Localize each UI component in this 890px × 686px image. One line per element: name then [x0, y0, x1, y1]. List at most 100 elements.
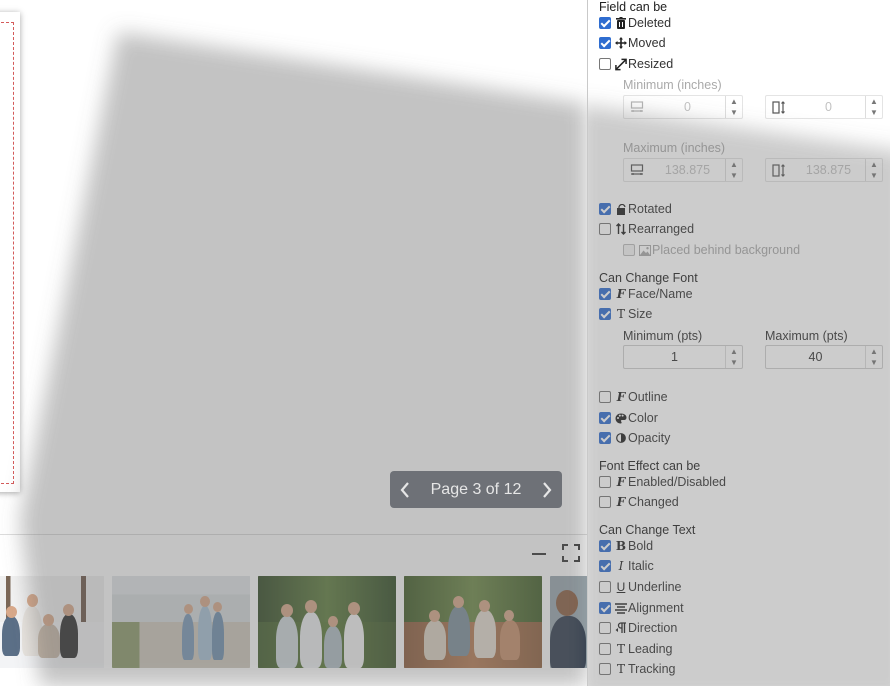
changed-option[interactable]: F Changed: [599, 493, 679, 511]
family-snow-photo[interactable]: [0, 576, 104, 668]
face-name-label: Face/Name: [628, 287, 693, 301]
italic-option[interactable]: I Italic: [599, 557, 654, 575]
size-label: Size: [628, 307, 653, 321]
min-height-input[interactable]: 0 ▲ ▼: [765, 95, 883, 119]
section-can-change-text: Can Change Text: [599, 523, 696, 537]
min-pts-value: 1: [671, 350, 678, 364]
minimum-inches-label: Minimum (inches): [623, 78, 722, 92]
deleted-label: Deleted: [628, 16, 672, 30]
family-picnic-photo[interactable]: [404, 576, 542, 668]
min-width-spinner[interactable]: ▲ ▼: [725, 96, 742, 118]
italic-icon: I: [618, 559, 624, 573]
max-width-input[interactable]: 138.875 ▲ ▼: [623, 158, 743, 182]
opacity-icon: [615, 431, 627, 445]
italic-checkbox[interactable]: [599, 560, 611, 572]
underline-checkbox[interactable]: [599, 581, 611, 593]
size-checkbox[interactable]: [599, 308, 611, 320]
max-height-value: 138.875: [805, 163, 852, 177]
minimize-icon[interactable]: [530, 547, 548, 561]
rearrange-icon: [615, 222, 627, 236]
page-navigator: Page 3 of 12: [390, 471, 562, 508]
leading-option[interactable]: T Leading: [599, 640, 673, 658]
rearranged-option[interactable]: Rearranged: [599, 220, 694, 238]
opacity-checkbox[interactable]: [599, 432, 611, 444]
moved-option[interactable]: Moved: [599, 34, 666, 52]
maximum-inches-label: Maximum (inches): [623, 141, 726, 155]
rotated-label: Rotated: [628, 202, 672, 216]
max-pts-label: Maximum (pts): [765, 329, 848, 343]
direction-icon: [615, 621, 627, 635]
resized-option[interactable]: Resized: [599, 55, 673, 73]
field-permissions-panel: Field can be Deleted Moved Resized Minim…: [587, 0, 890, 686]
min-height-value: 0: [825, 100, 832, 114]
page-preview[interactable]: [0, 12, 20, 492]
fullscreen-icon[interactable]: [562, 544, 580, 562]
max-pts-value: 40: [808, 350, 823, 364]
leading-checkbox[interactable]: [599, 643, 611, 655]
font-icon: F: [616, 390, 626, 404]
resized-checkbox[interactable]: [599, 58, 611, 70]
bold-checkbox[interactable]: [599, 540, 611, 552]
section-can-change-font: Can Change Font: [599, 271, 698, 285]
chevron-left-icon[interactable]: [390, 471, 420, 508]
deleted-option[interactable]: Deleted: [599, 14, 671, 32]
max-width-spinner[interactable]: ▲ ▼: [725, 159, 742, 181]
underline-icon: U: [616, 580, 626, 594]
tracking-option[interactable]: T Tracking: [599, 660, 675, 678]
bold-option[interactable]: B Bold: [599, 537, 653, 555]
opacity-option[interactable]: Opacity: [599, 429, 670, 447]
man-portrait-photo[interactable]: [550, 576, 590, 668]
outline-checkbox[interactable]: [599, 391, 611, 403]
size-option[interactable]: T Size: [599, 305, 652, 323]
family-forest-photo[interactable]: [258, 576, 396, 668]
behind-background-option[interactable]: Placed behind background: [623, 241, 800, 259]
outline-option[interactable]: F Outline: [599, 388, 668, 406]
enabled-disabled-label: Enabled/Disabled: [628, 475, 726, 489]
family-beach-photo[interactable]: [112, 576, 250, 668]
underline-label: Underline: [628, 580, 682, 594]
enabled-disabled-checkbox[interactable]: [599, 476, 611, 488]
page-canvas[interactable]: Page 3 of 12: [0, 0, 587, 534]
min-height-spinner[interactable]: ▲ ▼: [865, 96, 882, 118]
tracking-checkbox[interactable]: [599, 663, 611, 675]
deleted-checkbox[interactable]: [599, 17, 611, 29]
alignment-label: Alignment: [628, 601, 684, 615]
chevron-right-icon[interactable]: [532, 471, 562, 508]
min-pts-label: Minimum (pts): [623, 329, 703, 343]
max-height-spinner[interactable]: ▲ ▼: [865, 159, 882, 181]
rotated-checkbox[interactable]: [599, 203, 611, 215]
height-icon: [766, 159, 792, 181]
color-checkbox[interactable]: [599, 412, 611, 424]
font-icon: F: [616, 495, 626, 509]
max-height-input[interactable]: 138.875 ▲ ▼: [765, 158, 883, 182]
enabled-disabled-option[interactable]: F Enabled/Disabled: [599, 473, 726, 491]
direction-checkbox[interactable]: [599, 622, 611, 634]
leading-icon: T: [616, 642, 625, 656]
color-option[interactable]: Color: [599, 409, 658, 427]
min-pts-input[interactable]: 1 ▲ ▼: [623, 345, 743, 369]
alignment-option[interactable]: Alignment: [599, 599, 684, 617]
moved-checkbox[interactable]: [599, 37, 611, 49]
resized-label: Resized: [628, 57, 674, 71]
changed-checkbox[interactable]: [599, 496, 611, 508]
italic-label: Italic: [628, 559, 654, 573]
font-icon: F: [616, 287, 626, 301]
width-icon: [624, 96, 650, 118]
min-pts-spinner[interactable]: ▲ ▼: [725, 346, 742, 368]
rearranged-checkbox[interactable]: [599, 223, 611, 235]
underline-option[interactable]: U Underline: [599, 578, 682, 596]
direction-label: Direction: [628, 621, 678, 635]
safe-area-border: [0, 22, 14, 484]
color-label: Color: [628, 411, 658, 425]
direction-option[interactable]: Direction: [599, 619, 677, 637]
behind-background-checkbox[interactable]: [623, 244, 635, 256]
max-pts-input[interactable]: 40 ▲ ▼: [765, 345, 883, 369]
face-name-option[interactable]: F Face/Name: [599, 285, 693, 303]
font-size-icon: T: [616, 307, 625, 321]
face-name-checkbox[interactable]: [599, 288, 611, 300]
max-pts-spinner[interactable]: ▲ ▼: [865, 346, 882, 368]
rearranged-label: Rearranged: [628, 222, 695, 236]
alignment-checkbox[interactable]: [599, 602, 611, 614]
min-width-input[interactable]: 0 ▲ ▼: [623, 95, 743, 119]
rotated-option[interactable]: Rotated: [599, 200, 672, 218]
